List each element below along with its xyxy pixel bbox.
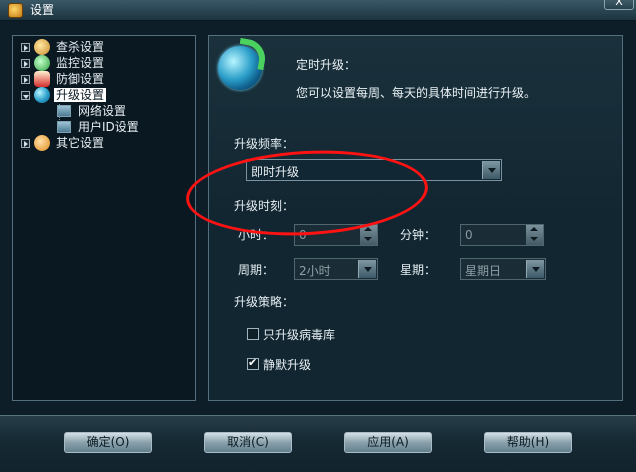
network-settings-icon xyxy=(57,105,71,117)
close-button[interactable]: X xyxy=(604,0,634,10)
minute-stepper[interactable]: 0 xyxy=(460,224,544,246)
weekday-value: 星期日 xyxy=(465,264,502,278)
time-label: 升级时刻： xyxy=(234,199,295,213)
only-virus-db-label[interactable]: 只升级病毒库 xyxy=(263,326,335,343)
section-description: 您可以设置每周、每天的具体时间进行升级。 xyxy=(296,86,537,100)
tree-item-label: 查杀设置 xyxy=(56,40,105,54)
settings-tree: 查杀设置 监控设置 防御设置 升级设置 网络设置 用户ID设置 其它设置 xyxy=(12,35,196,401)
expand-icon[interactable] xyxy=(21,58,30,68)
tree-item-update[interactable]: 升级设置 xyxy=(21,87,107,103)
help-button[interactable]: 帮助(H) xyxy=(484,432,572,453)
tree-item-network[interactable]: 网络设置 xyxy=(57,103,128,119)
ok-button[interactable]: 确定(O) xyxy=(64,432,152,453)
collapse-icon[interactable] xyxy=(21,90,30,100)
expand-icon[interactable] xyxy=(21,138,30,148)
scan-icon xyxy=(34,39,50,55)
period-value: 2小时 xyxy=(299,264,331,278)
period-label: 周期： xyxy=(238,263,275,277)
hour-label: 小时： xyxy=(238,228,275,242)
only-virus-db-checkbox[interactable] xyxy=(247,328,259,340)
title-bar: 设置 X xyxy=(0,0,636,21)
minute-value: 0 xyxy=(465,228,473,242)
tree-item-label: 监控设置 xyxy=(56,56,105,70)
strategy-label: 升级策略： xyxy=(234,295,295,309)
app-icon xyxy=(8,3,23,18)
tree-item-monitor[interactable]: 监控设置 xyxy=(21,55,106,71)
update-settings-panel: 定时升级： 您可以设置每周、每天的具体时间进行升级。 升级频率： 即时升级 升级… xyxy=(208,35,623,401)
hour-value: 0 xyxy=(299,228,307,242)
tree-item-label: 用户ID设置 xyxy=(78,120,139,134)
frequency-select[interactable]: 即时升级 xyxy=(246,159,502,181)
expand-icon[interactable] xyxy=(21,74,30,84)
chevron-down-icon[interactable] xyxy=(482,161,500,179)
tree-item-user-id[interactable]: 用户ID设置 xyxy=(57,119,141,135)
weekday-select[interactable]: 星期日 xyxy=(460,258,546,280)
main-area: 查杀设置 监控设置 防御设置 升级设置 网络设置 用户ID设置 其它设置 定时升… xyxy=(0,21,636,415)
defense-icon xyxy=(34,71,50,87)
tree-item-label: 其它设置 xyxy=(56,136,105,150)
button-bar: 确定(O) 取消(C) 应用(A) 帮助(H) xyxy=(0,415,636,472)
expand-icon[interactable] xyxy=(21,42,30,52)
other-icon xyxy=(34,135,50,151)
minute-label: 分钟： xyxy=(400,228,437,242)
cancel-button[interactable]: 取消(C) xyxy=(204,432,292,453)
update-icon xyxy=(34,87,50,103)
weekday-label: 星期： xyxy=(400,263,437,277)
tree-item-other[interactable]: 其它设置 xyxy=(21,135,106,151)
period-select[interactable]: 2小时 xyxy=(294,258,378,280)
spin-arrows-icon[interactable] xyxy=(360,225,377,245)
apply-button[interactable]: 应用(A) xyxy=(344,432,432,453)
tree-item-label: 升级设置 xyxy=(54,88,107,102)
section-title: 定时升级： xyxy=(296,58,357,72)
monitor-icon xyxy=(34,55,50,71)
tree-item-scan[interactable]: 查杀设置 xyxy=(21,39,106,55)
globe-update-icon xyxy=(218,46,262,90)
hour-stepper[interactable]: 0 xyxy=(294,224,378,246)
chevron-down-icon[interactable] xyxy=(358,260,376,278)
spin-arrows-icon[interactable] xyxy=(526,225,543,245)
frequency-label: 升级频率： xyxy=(234,137,295,151)
tree-item-label: 防御设置 xyxy=(56,72,105,86)
frequency-value: 即时升级 xyxy=(251,165,300,179)
tree-item-label: 网络设置 xyxy=(78,104,127,118)
window-title: 设置 xyxy=(30,3,55,17)
silent-update-label[interactable]: 静默升级 xyxy=(263,356,311,373)
silent-update-checkbox[interactable] xyxy=(247,356,259,370)
chevron-down-icon[interactable] xyxy=(526,260,544,278)
user-id-settings-icon xyxy=(57,121,71,133)
tree-item-defense[interactable]: 防御设置 xyxy=(21,71,106,87)
